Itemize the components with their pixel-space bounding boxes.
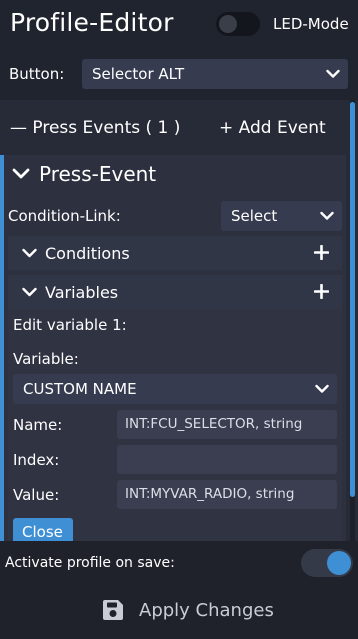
led-mode-label: LED-Mode (273, 15, 349, 33)
apply-changes-button[interactable]: Apply Changes (139, 600, 274, 621)
edit-variable-heading: Edit variable 1: (13, 316, 127, 334)
conditions-label: Conditions (45, 244, 130, 263)
activate-on-save-toggle[interactable] (301, 549, 353, 577)
name-label: Name: (13, 416, 63, 434)
variables-section-header[interactable]: Variables (8, 275, 342, 309)
chevron-down-icon[interactable] (22, 248, 37, 258)
name-input[interactable]: INT:FCU_SELECTOR, string (117, 410, 337, 439)
plus-icon[interactable] (314, 245, 329, 260)
activate-on-save-label: Activate profile on save: (5, 555, 175, 571)
index-input[interactable] (117, 445, 337, 474)
index-label: Index: (13, 451, 60, 469)
chevron-down-icon (326, 69, 340, 78)
variable-label: Variable: (13, 350, 79, 368)
variable-select[interactable]: CUSTOM NAME (13, 374, 337, 404)
save-icon[interactable] (101, 598, 125, 622)
press-event-title: Press-Event (39, 162, 157, 186)
led-mode-toggle[interactable] (216, 12, 260, 36)
chevron-down-icon (320, 211, 334, 220)
page-title: Profile-Editor (10, 8, 174, 37)
button-select-value: Selector ALT (92, 65, 185, 83)
press-events-collapse-toggle[interactable]: — Press Events ( 1 ) (10, 118, 180, 138)
value-input[interactable]: INT:MYVAR_RADIO, string (117, 480, 337, 509)
button-select[interactable]: Selector ALT (82, 59, 348, 89)
condition-link-select[interactable]: Select (221, 201, 342, 231)
chevron-down-icon (315, 384, 329, 393)
variables-label: Variables (45, 283, 119, 302)
condition-link-label: Condition-Link: (8, 207, 121, 225)
button-label: Button: (9, 65, 65, 83)
toggle-knob (219, 15, 237, 33)
variable-select-value: CUSTOM NAME (23, 380, 137, 398)
scrollbar-thumb[interactable] (350, 102, 355, 497)
condition-link-value: Select (231, 207, 278, 225)
conditions-section-header[interactable]: Conditions (8, 236, 342, 270)
chevron-down-icon[interactable] (12, 168, 30, 180)
value-label: Value: (13, 486, 60, 504)
toggle-knob (327, 551, 351, 575)
add-event-button[interactable]: + Add Event (219, 118, 326, 138)
chevron-down-icon[interactable] (22, 287, 37, 297)
plus-icon[interactable] (314, 284, 329, 299)
